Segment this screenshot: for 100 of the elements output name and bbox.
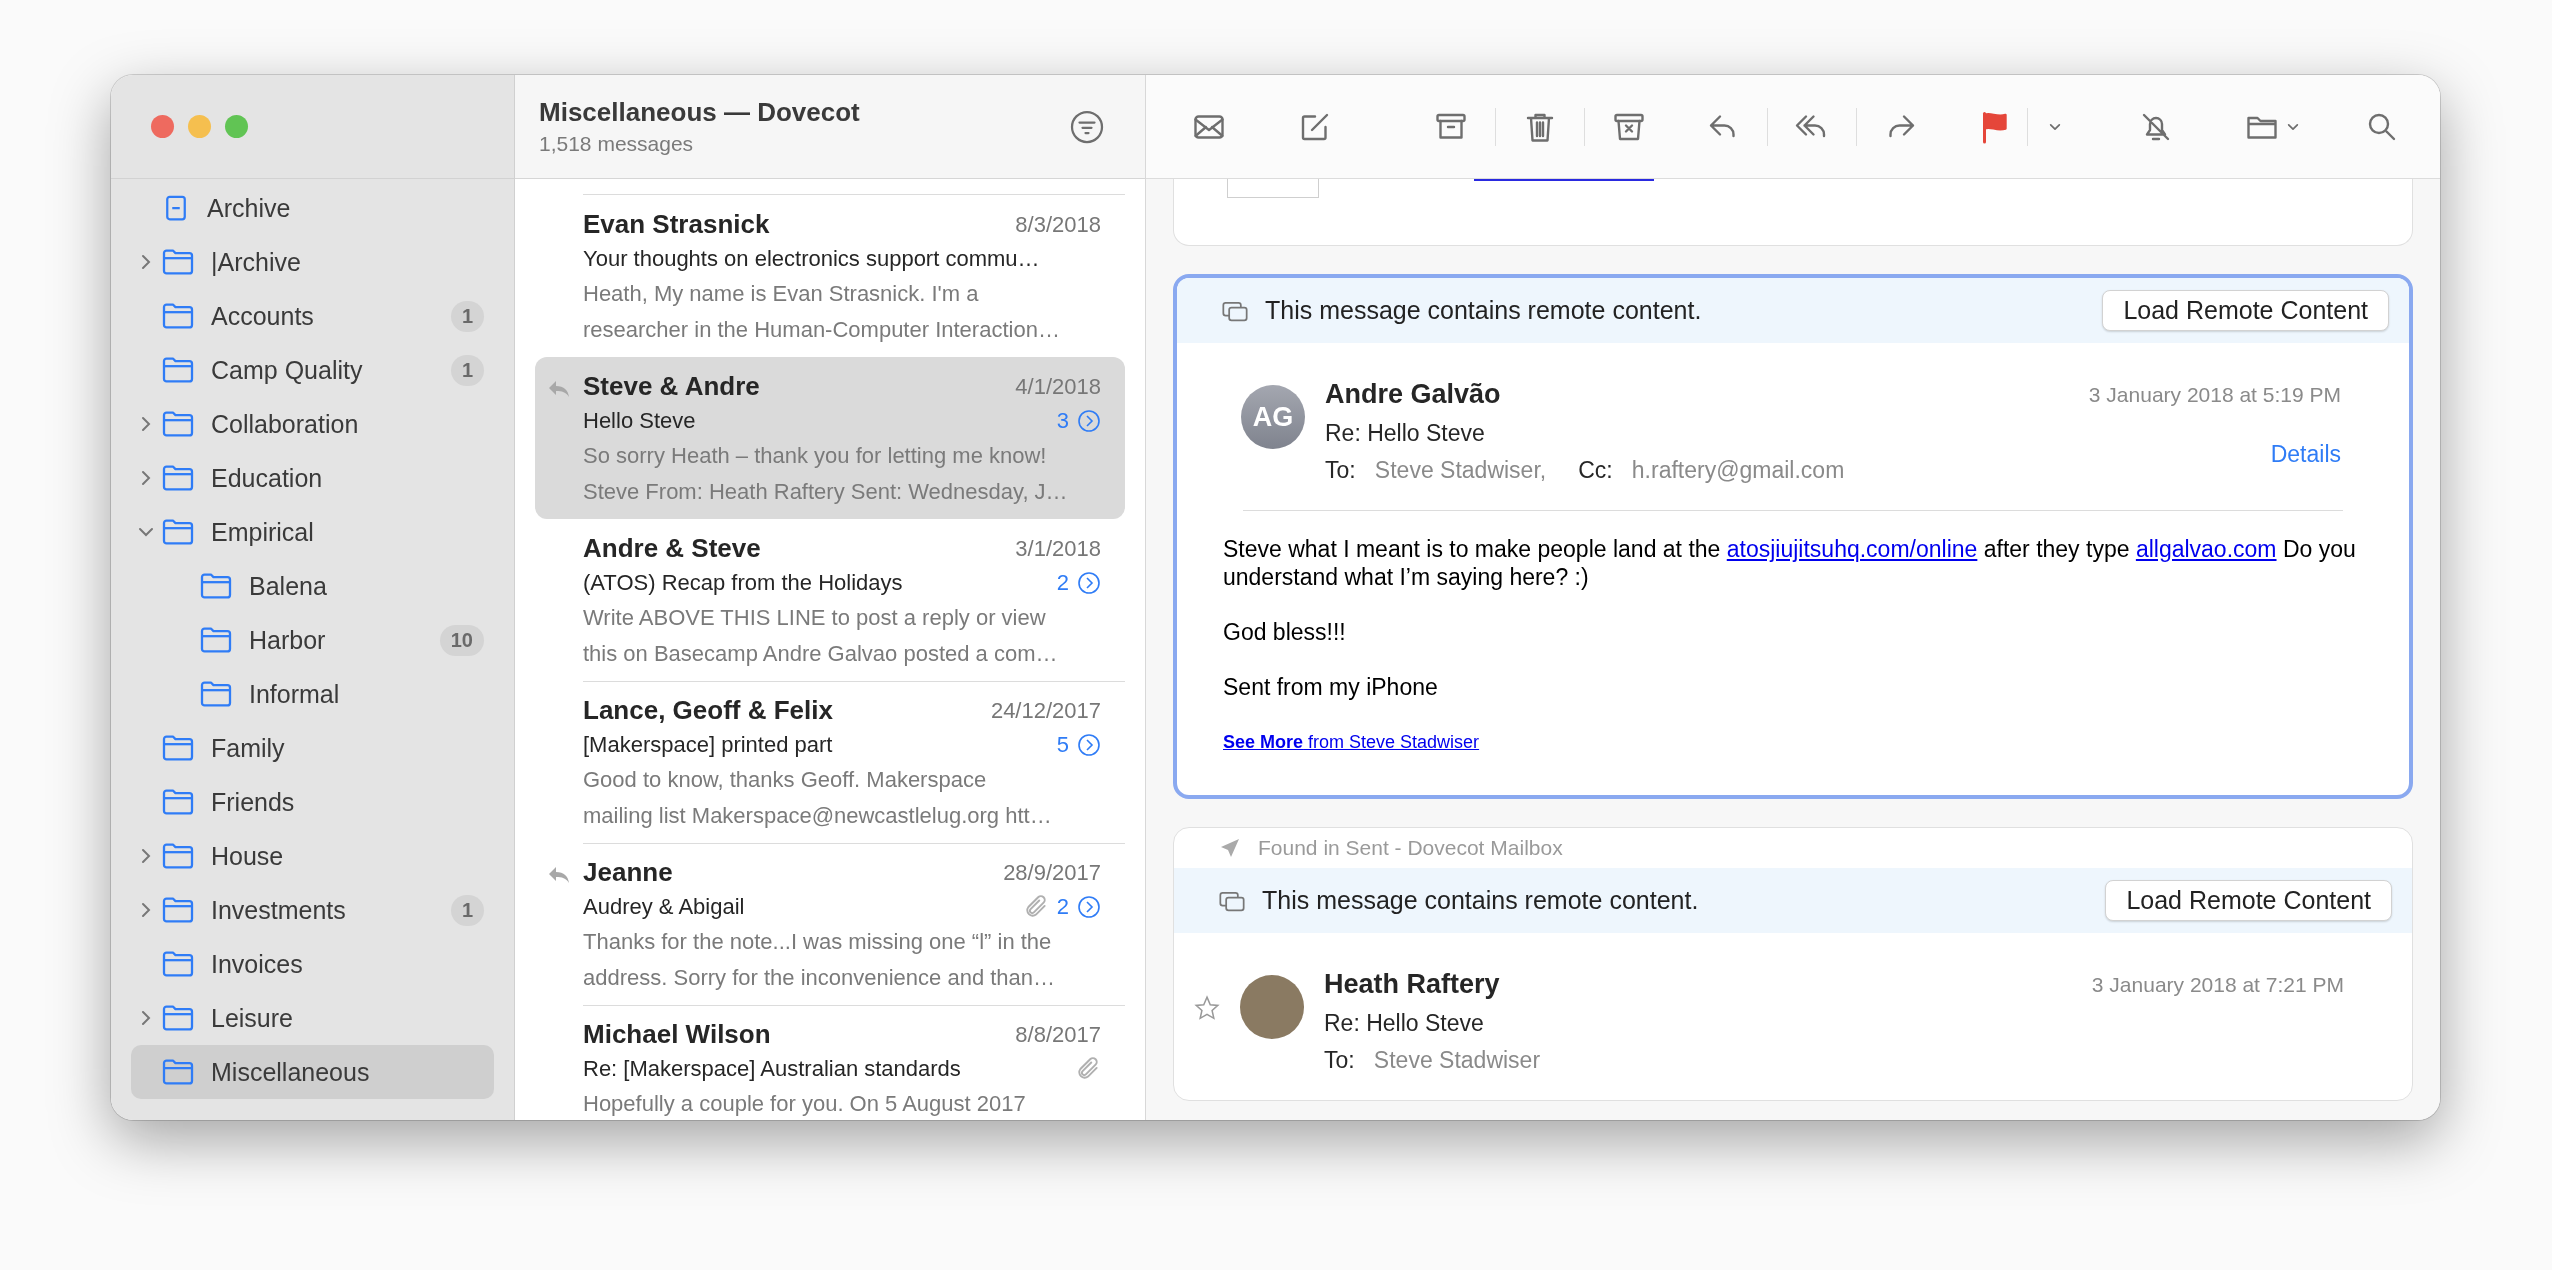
sender-name: Lance, Geoff & Felix [583, 695, 833, 726]
mailbox-item[interactable]: Family [131, 721, 494, 775]
mailbox-label: Leisure [211, 1003, 294, 1033]
message-preview: Thanks for the note...I was missing one “l” in the [583, 928, 1053, 956]
details-link[interactable]: Details [2270, 441, 2341, 468]
found-in-label: Found in Sent - Dovecot Mailbox [1258, 836, 1563, 860]
folder-icon [161, 518, 195, 546]
message-date: 3 January 2018 at 5:19 PM [2088, 383, 2341, 407]
sender-name: Andre Galvão [1325, 379, 1502, 410]
mailbox-label: Empirical [211, 517, 315, 547]
folder-icon [161, 950, 195, 978]
mailbox-item[interactable]: |Archive [131, 235, 494, 289]
mailbox-item[interactable]: Empirical [131, 505, 494, 559]
avatar: AG [1241, 385, 1305, 449]
sender-name: Andre & Steve [583, 533, 761, 564]
folder-icon [161, 842, 195, 870]
message-date: 4/1/2018 [1015, 373, 1101, 400]
mailbox-label: Archive [207, 193, 292, 223]
mailbox-item[interactable]: Camp Quality 1 [131, 343, 494, 397]
unread-count: 1 [450, 894, 484, 926]
message-preview: Steve From: Heath Raftery Sent: Wednesday, J… [583, 477, 1069, 505]
mailbox-item[interactable]: Accounts 1 [131, 289, 494, 343]
mailbox-label: Family [211, 733, 286, 763]
message-subject: Re: Hello Steve [1324, 1010, 1485, 1037]
folder-icon [199, 572, 233, 600]
unread-count: 10 [439, 624, 484, 656]
message-date: 3/1/2018 [1015, 535, 1101, 562]
mailbox-label: Harbor [249, 625, 327, 655]
body-link[interactable]: allgalvao.com [2135, 536, 2277, 562]
message-date: 28/9/2017 [1003, 859, 1101, 886]
message-date: 3 January 2018 at 7:21 PM [2091, 973, 2344, 997]
unread-count: 1 [450, 354, 484, 386]
mailbox-label: Camp Quality [211, 355, 364, 385]
to-label: To: [1324, 1047, 1355, 1073]
thread-count: 3 [1056, 408, 1069, 434]
message-item[interactable]: Evan Strasnick 8/3/2018 Your thoughts on electronics support commu… Heath, My name is Evan Strasnick. I'm a researcher in the Human-Computer Interaction… [535, 195, 1125, 357]
message-preview: researcher in the Human-Computer Interaction… [583, 315, 1061, 343]
thread-count: 2 [1056, 570, 1069, 596]
body-paragraph: Steve what I meant is to make people land at the atosjiujitsuhq.com/online after they type allgalvao.com Do you understand what I’m saying here? :) [1223, 535, 2357, 591]
message-preview: Write ABOVE THIS LINE to post a reply or view [583, 604, 1047, 632]
message-date: 8/8/2017 [1015, 1021, 1101, 1048]
folder-icon [161, 1004, 195, 1032]
mailbox-item[interactable]: Investments 1 [131, 883, 494, 937]
message-preview: Heath, My name is Evan Strasnick. I'm a [583, 280, 980, 308]
mailbox-item[interactable]: Collaboration [131, 397, 494, 451]
message-item[interactable]: Jeanne 28/9/2017 Audrey & Abigail 2 Thanks for the note...I was missing one “l” in the address. Sorry for the inconvenience and than… [535, 843, 1125, 1005]
thread-count: 2 [1056, 894, 1069, 920]
sender-name: Steve & Andre [583, 371, 760, 402]
mailbox-item[interactable]: Harbor 10 [131, 613, 494, 667]
folder-icon [161, 248, 195, 276]
mailbox-label: Miscellaneous [211, 1057, 371, 1087]
load-remote-content-button[interactable]: Load Remote Content [2102, 290, 2389, 331]
mailbox-label: Education [211, 463, 324, 493]
message-preview: Hopefully a couple for you. On 5 August 2017 [583, 1090, 1027, 1118]
mailbox-label: Invoices [211, 949, 304, 979]
message-preview: So sorry Heath – thank you for letting me know! [583, 442, 1048, 470]
message-subject: (ATOS) Recap from the Holidays [583, 570, 903, 596]
mailbox-item[interactable]: Informal [131, 667, 494, 721]
message-subject: Your thoughts on electronics support commu… [583, 246, 1040, 272]
mailbox-item[interactable]: Education [131, 451, 494, 505]
mailbox-label: Informal [249, 679, 341, 709]
recipient: Steve Stadwiser, [1374, 457, 1547, 483]
message-item[interactable]: Andre & Steve 3/1/2018 (ATOS) Recap from the Holidays 2 Write ABOVE THIS LINE to post a reply or view this on Basecamp Andre Galvao posted a com… [535, 519, 1125, 681]
remote-content-notice: This message contains remote content. [1262, 886, 1700, 915]
message-subject: Re: [Makerspace] Australian standards [583, 1056, 961, 1082]
message-item[interactable]: Steve & Andre 4/1/2018 Hello Steve 3 So sorry Heath – thank you for letting me know! Steve From: Heath Raftery Sent: Wednesday, J… [535, 357, 1125, 519]
recipient: Steve Stadwiser [1373, 1047, 1541, 1073]
message-subject: [Makerspace] printed part [583, 732, 833, 758]
remote-content-notice: This message contains remote content. [1265, 296, 1703, 325]
mailbox-item[interactable]: Archive [131, 181, 494, 235]
mailbox-label: Friends [211, 787, 296, 817]
mailbox-item[interactable]: Balena [131, 559, 494, 613]
mailbox-item[interactable]: House [131, 829, 494, 883]
load-remote-content-button[interactable]: Load Remote Content [2105, 880, 2392, 921]
folder-icon [199, 680, 233, 708]
see-more-link[interactable]: See More from Steve Stadwiser [1223, 732, 1480, 752]
body-link[interactable]: atosjiujitsuhq.com/online [1726, 536, 1978, 562]
message-preview: Good to know, thanks Geoff. Makerspace [583, 766, 988, 794]
close-button[interactable] [151, 115, 174, 138]
message-subject: Audrey & Abigail [583, 894, 745, 920]
message-preview: mailing list Makerspace@newcastlelug.org htt… [583, 801, 1053, 829]
folder-icon [161, 734, 195, 762]
sender-name: Heath Raftery [1324, 969, 1501, 1000]
folder-icon [161, 788, 195, 816]
cc-label: Cc: [1578, 457, 1613, 483]
mailbox-item[interactable]: Leisure [131, 991, 494, 1045]
message-item[interactable]: Michael Wilson 8/8/2017 Re: [Makerspace] Australian standards Hopefully a couple for you. On 5 August 2017 [535, 1005, 1125, 1120]
mailbox-label: House [211, 841, 285, 871]
mailbox-item[interactable]: Invoices [131, 937, 494, 991]
message-item[interactable]: Lance, Geoff & Felix 24/12/2017 [Makerspace] printed part 5 Good to know, thanks Geoff. Makerspace mailing list Makerspace@newcastlelug.org htt… [535, 681, 1125, 843]
folder-icon [161, 1058, 195, 1086]
body-paragraph: Sent from my iPhone [1223, 673, 1439, 701]
mailbox-label: Investments [211, 895, 347, 925]
message-date: 24/12/2017 [990, 697, 1101, 724]
mailbox-item[interactable]: Miscellaneous [131, 1045, 494, 1099]
star-icon[interactable] [1194, 995, 1220, 1021]
mailbox-item[interactable]: Friends [131, 775, 494, 829]
to-label: To: [1325, 457, 1356, 483]
filter-icon[interactable] [1069, 108, 1105, 145]
thread-count: 5 [1056, 732, 1069, 758]
